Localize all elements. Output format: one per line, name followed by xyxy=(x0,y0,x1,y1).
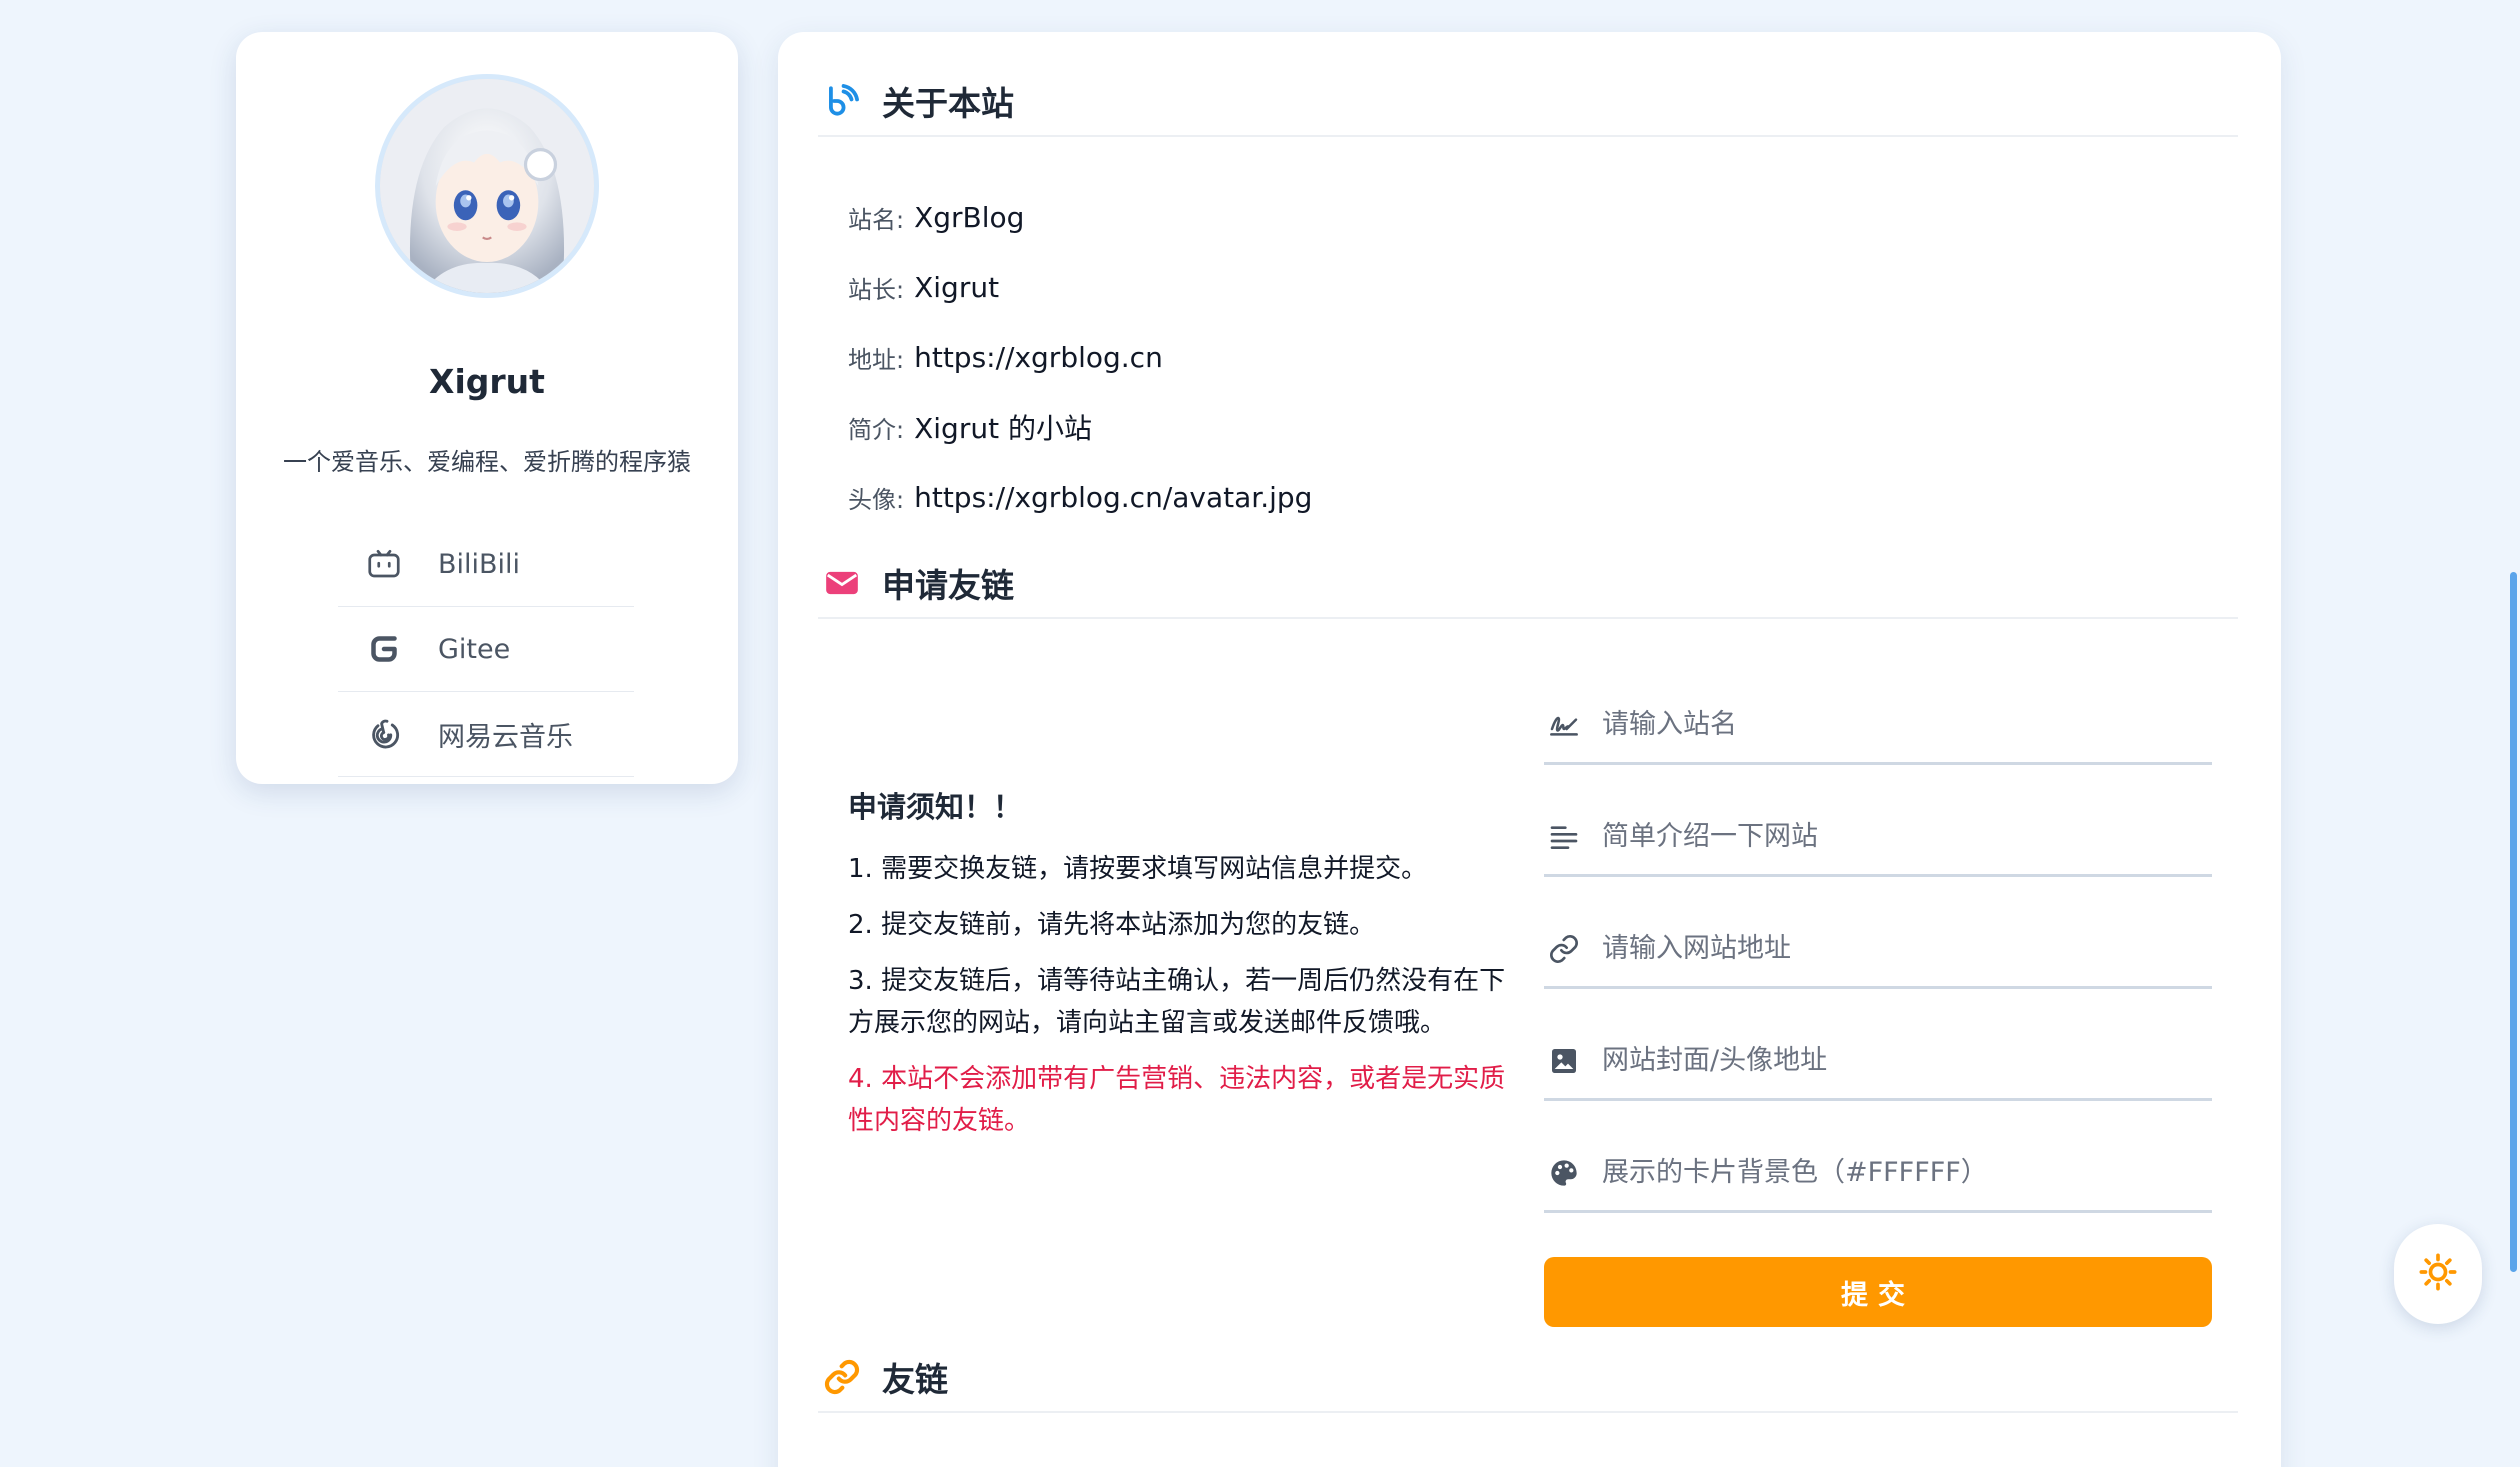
site-info-list: 站名: XgrBlog 站长: Xigrut 地址: https://xgrbl… xyxy=(848,182,1312,532)
sun-icon xyxy=(2418,1252,2458,1296)
info-key: 头像: xyxy=(848,485,905,514)
info-row-site-name: 站名: XgrBlog xyxy=(848,182,1312,252)
site-cover-field xyxy=(1544,1023,2212,1101)
page: Xigrut 一个爱音乐、爱编程、爱折腾的程序猿 BiliBili Gitee … xyxy=(0,0,2520,1467)
info-row-description: 简介: Xigrut 的小站 xyxy=(848,392,1312,462)
apply-title: 申请友链 xyxy=(882,566,1014,605)
notice-warning: 4. 本站不会添加带有广告营销、违法内容，或者是无实质性内容的友链。 xyxy=(848,1064,1506,1136)
bilibili-icon xyxy=(364,544,404,584)
chain-link-icon xyxy=(822,1357,862,1397)
apply-section-header: 申请友链 xyxy=(818,549,2238,619)
profile-bio: 一个爱音乐、爱编程、爱折腾的程序猿 xyxy=(283,448,691,476)
image-icon xyxy=(1546,1043,1582,1079)
link-label: Gitee xyxy=(438,633,511,665)
info-value: https://xgrblog.cn xyxy=(914,340,1163,374)
profile-card: Xigrut 一个爱音乐、爱编程、爱折腾的程序猿 BiliBili Gitee … xyxy=(236,32,738,784)
site-url-input[interactable] xyxy=(1602,918,2212,979)
info-row-url: 地址: https://xgrblog.cn xyxy=(848,322,1312,392)
info-key: 简介: xyxy=(848,415,905,444)
apply-notice: 申请须知！！ 1. 需要交换友链，请按要求填写网站信息并提交。 2. 提交友链前… xyxy=(848,784,1508,1156)
info-value: https://xgrblog.cn/avatar.jpg xyxy=(914,480,1313,514)
apply-form: 提交 xyxy=(1544,687,2212,1327)
info-value: XgrBlog xyxy=(914,200,1025,234)
link-gitee[interactable]: Gitee xyxy=(338,607,634,692)
envelope-icon xyxy=(822,563,862,603)
notice-title: 申请须知！！ xyxy=(848,790,1023,824)
palette-icon xyxy=(1546,1155,1582,1191)
site-name-field xyxy=(1544,687,2212,765)
info-key: 站长: xyxy=(848,275,905,304)
about-section-header: 关于本站 xyxy=(818,67,2238,137)
submit-button[interactable]: 提交 xyxy=(1544,1257,2212,1327)
link-label: BiliBili xyxy=(438,548,521,580)
netease-music-icon xyxy=(364,714,404,754)
friends-section-header: 友链 xyxy=(818,1343,2238,1413)
scrollbar-thumb[interactable] xyxy=(2510,572,2517,1272)
site-description-field xyxy=(1544,799,2212,877)
site-cover-input[interactable] xyxy=(1602,1030,2212,1091)
notice-item: 3. 提交友链后，请等待站主确认，若一周后仍然没有在下方展示您的网站，请向站主留… xyxy=(848,966,1506,1038)
main-card: 关于本站 站名: XgrBlog 站长: Xigrut 地址: https://… xyxy=(778,32,2281,1467)
link-icon xyxy=(1546,931,1582,967)
site-url-field xyxy=(1544,911,2212,989)
notice-item: 1. 需要交换友链，请按要求填写网站信息并提交。 xyxy=(848,854,1428,884)
card-color-field xyxy=(1544,1135,2212,1213)
about-title: 关于本站 xyxy=(882,84,1014,123)
signature-icon xyxy=(1546,707,1582,743)
link-bilibili[interactable]: BiliBili xyxy=(338,522,634,607)
gitee-icon xyxy=(364,629,404,669)
info-key: 站名: xyxy=(848,205,905,234)
info-value: Xigrut 的小站 xyxy=(914,412,1092,445)
info-row-owner: 站长: Xigrut xyxy=(848,252,1312,322)
site-name-input[interactable] xyxy=(1602,694,2212,755)
friends-title: 友链 xyxy=(882,1360,948,1399)
link-netease-music[interactable]: 网易云音乐 xyxy=(338,692,634,777)
text-lines-icon xyxy=(1546,819,1582,855)
feed-icon xyxy=(822,81,862,121)
avatar-image xyxy=(380,79,594,293)
info-value: Xigrut xyxy=(914,270,1000,304)
avatar xyxy=(375,74,599,298)
notice-item: 2. 提交友链前，请先将本站添加为您的友链。 xyxy=(848,910,1376,940)
site-description-input[interactable] xyxy=(1602,806,2212,867)
card-color-input[interactable] xyxy=(1602,1142,2212,1203)
theme-toggle-button[interactable] xyxy=(2394,1224,2482,1324)
link-label: 网易云音乐 xyxy=(438,721,573,753)
info-row-avatar: 头像: https://xgrblog.cn/avatar.jpg xyxy=(848,462,1312,532)
profile-name: Xigrut xyxy=(429,362,545,401)
social-links: BiliBili Gitee 网易云音乐 xyxy=(338,522,634,777)
info-key: 地址: xyxy=(848,345,905,374)
